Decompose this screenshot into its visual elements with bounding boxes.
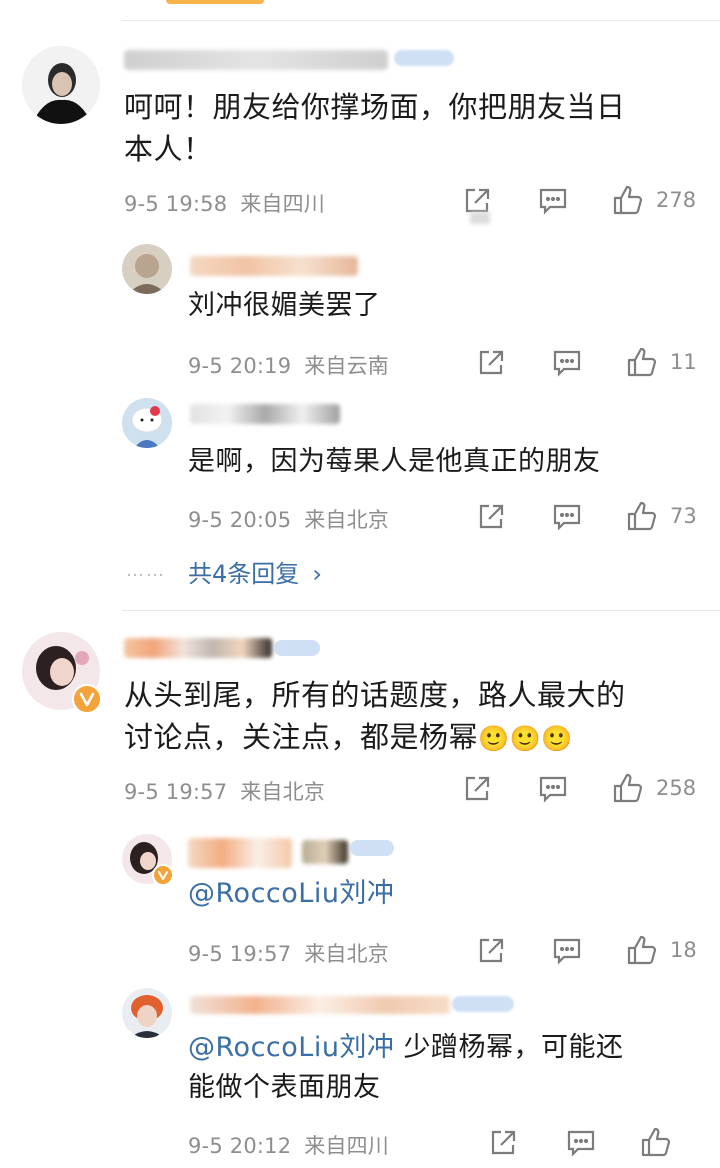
timestamp: 9-5 19:57: [188, 942, 292, 966]
mention-link[interactable]: @RoccoLiu刘冲: [188, 874, 394, 914]
username-blurred[interactable]: [190, 404, 340, 424]
share-icon[interactable]: [476, 348, 506, 378]
like-count: 278: [656, 188, 697, 212]
thumbs-up-icon[interactable]: [626, 346, 657, 377]
verified-badge-icon: [152, 864, 174, 886]
level-badge: [452, 996, 514, 1012]
timestamp: 9-5 19:57: [124, 780, 228, 804]
verified-badge-icon: [72, 684, 102, 714]
chevron-right-icon: ›: [312, 560, 322, 588]
reply-meta: 9-5 20:05 来自北京: [188, 504, 389, 534]
share-icon[interactable]: [488, 1128, 518, 1158]
avatar[interactable]: [122, 244, 172, 294]
username-blurred[interactable]: [188, 838, 292, 868]
more-replies-link[interactable]: 共4条回复 ›: [188, 554, 322, 589]
more-replies-label: 共4条回复: [188, 560, 300, 588]
comment-meta: 9-5 19:58 来自四川: [124, 188, 325, 218]
more-replies-dots: ……: [126, 560, 166, 581]
like-count: 73: [670, 504, 697, 528]
timestamp: 9-5 19:58: [124, 192, 228, 216]
username-blurred[interactable]: [190, 996, 450, 1014]
timestamp: 9-5 20:05: [188, 508, 292, 532]
avatar[interactable]: [22, 46, 100, 124]
comment-icon[interactable]: [552, 502, 582, 532]
reply-text: @RoccoLiu刘冲 少蹭杨幂，可能还 能做个表面朋友: [188, 1032, 624, 1103]
share-icon[interactable]: [462, 774, 492, 804]
share-icon[interactable]: [476, 936, 506, 966]
location: 来自北京: [240, 780, 325, 804]
username-blurred: [302, 840, 348, 864]
divider: [122, 610, 720, 611]
like-count: 18: [670, 938, 697, 962]
location: 来自北京: [304, 508, 389, 532]
divider: [122, 20, 720, 21]
comment-icon[interactable]: [538, 186, 568, 216]
reply-meta: 9-5 19:57 来自北京: [188, 938, 389, 968]
location: 来自云南: [304, 354, 389, 378]
username-blurred[interactable]: [124, 50, 388, 70]
thumbs-up-icon[interactable]: [612, 184, 643, 215]
location: 来自四川: [304, 1134, 389, 1158]
reply-text: 刘冲很媚美罢了: [188, 290, 381, 321]
thumbs-up-icon[interactable]: [612, 772, 643, 803]
reply-meta: 9-5 20:12 来自四川: [188, 1130, 389, 1160]
comment-meta: 9-5 19:57 来自北京: [124, 776, 325, 806]
level-badge: [350, 840, 394, 856]
avatar[interactable]: [122, 398, 172, 448]
thumbs-up-icon[interactable]: [640, 1126, 671, 1157]
mention-link[interactable]: @RoccoLiu刘冲: [188, 1032, 394, 1063]
level-badge: [274, 640, 320, 656]
thumbs-up-icon[interactable]: [626, 500, 657, 531]
location: 来自四川: [240, 192, 325, 216]
timestamp: 9-5 20:19: [188, 354, 292, 378]
timestamp: 9-5 20:12: [188, 1134, 292, 1158]
share-icon[interactable]: [476, 502, 506, 532]
smile-emoji: 🙂🙂🙂: [478, 724, 573, 753]
comment-icon[interactable]: [552, 348, 582, 378]
username-blurred[interactable]: [124, 638, 272, 658]
blur-patch: [470, 212, 490, 224]
like-count: 258: [656, 776, 697, 800]
comment-text: 呵呵！朋友给你撑场面，你把朋友当日 本人！: [124, 90, 626, 166]
level-badge: [394, 50, 454, 66]
comment-icon[interactable]: [538, 774, 568, 804]
like-count: 11: [670, 350, 697, 374]
comment-icon[interactable]: [552, 936, 582, 966]
username-blurred[interactable]: [190, 256, 358, 276]
comment-text: 从头到尾，所有的话题度，路人最大的 讨论点，关注点，都是杨幂🙂🙂🙂: [124, 678, 626, 754]
location: 来自北京: [304, 942, 389, 966]
thumbs-up-icon[interactable]: [626, 934, 657, 965]
reply-meta: 9-5 20:19 来自云南: [188, 350, 389, 380]
reply-text: 是啊，因为莓果人是他真正的朋友: [188, 446, 601, 477]
avatar[interactable]: [122, 988, 172, 1038]
comment-icon[interactable]: [566, 1128, 596, 1158]
top-cut-badge: [166, 0, 264, 4]
